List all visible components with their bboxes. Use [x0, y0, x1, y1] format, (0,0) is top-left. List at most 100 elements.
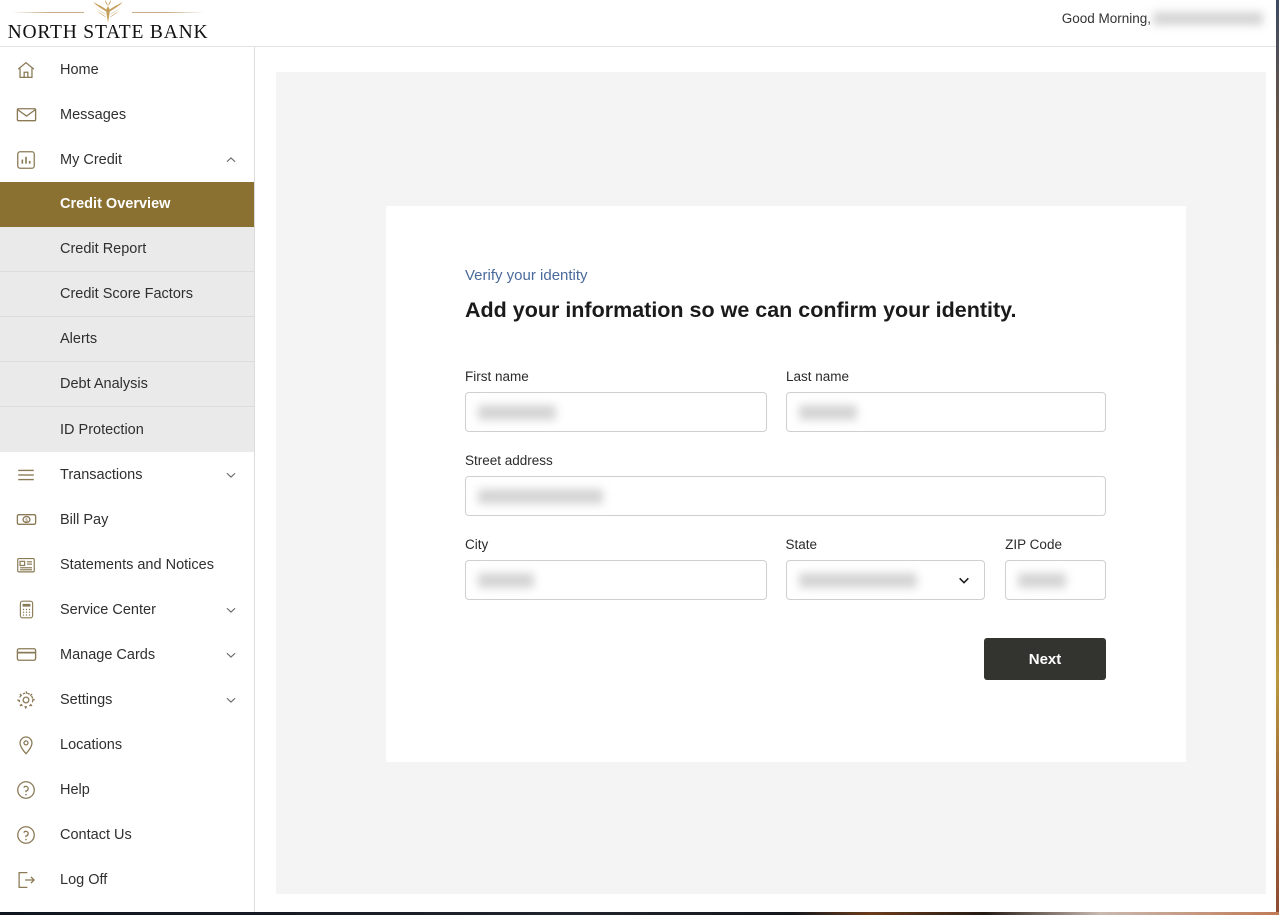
greeting-text: Good Morning,	[1061, 11, 1151, 26]
identity-form: First name Last name Street address City…	[465, 369, 1106, 680]
first-name-value	[478, 404, 556, 420]
next-button[interactable]: Next	[984, 638, 1106, 680]
app-root: NORTH STATE BANK Good Morning, Home Mess…	[0, 0, 1279, 915]
street-address-field-group: Street address	[465, 453, 1106, 516]
sidebar-item-label: Log Off	[60, 871, 108, 888]
bar-chart-icon	[12, 146, 40, 174]
logo-ornament	[10, 0, 206, 23]
sidebar-item-label: Service Center	[60, 601, 156, 618]
sidebar-subitem-credit-overview[interactable]: Credit Overview	[0, 182, 254, 227]
sidebar-item-contact-us[interactable]: Contact Us	[0, 812, 254, 857]
logo-rule-right	[132, 12, 204, 13]
sidebar-subitem-debt-analysis[interactable]: Debt Analysis	[0, 362, 254, 407]
home-icon	[12, 56, 40, 84]
first-name-input[interactable]	[465, 392, 767, 432]
sidebar-item-help[interactable]: Help	[0, 767, 254, 812]
sidebar-subitem-credit-score-factors[interactable]: Credit Score Factors	[0, 272, 254, 317]
bank-name: NORTH STATE BANK	[7, 22, 209, 43]
sidebar-nav: Home Messages My Credit Credit Overview …	[0, 47, 255, 913]
identity-verification-card: Verify your identity Add your informatio…	[386, 206, 1186, 762]
last-name-input[interactable]	[786, 392, 1106, 432]
chevron-down-icon[interactable]	[224, 468, 238, 482]
sidebar-item-label: Manage Cards	[60, 646, 156, 663]
zip-code-label: ZIP Code	[1005, 537, 1062, 552]
logo-rule-left	[12, 12, 84, 13]
sidebar-item-settings[interactable]: Settings	[0, 677, 254, 722]
name-row: First name Last name	[465, 369, 1106, 432]
question-circle-icon	[12, 776, 40, 804]
street-address-label: Street address	[465, 453, 553, 468]
gear-icon	[12, 686, 40, 714]
svg-text:$: $	[25, 518, 28, 524]
greeting-user-name	[1153, 12, 1263, 25]
card-body: Verify your identity Add your informatio…	[465, 266, 1106, 680]
wheat-sheaf-icon	[93, 0, 123, 23]
zip-code-input[interactable]	[1005, 560, 1106, 600]
sidebar-subitem-label: Debt Analysis	[60, 376, 148, 392]
content-panel: Verify your identity Add your informatio…	[276, 72, 1266, 894]
newspaper-icon	[12, 551, 40, 579]
my-credit-submenu: Credit Overview Credit Report Credit Sco…	[0, 182, 254, 452]
sidebar-item-label: Messages	[60, 106, 127, 123]
sidebar-item-label: Transactions	[60, 466, 143, 483]
map-pin-icon	[12, 731, 40, 759]
bank-logo[interactable]: NORTH STATE BANK	[7, 0, 209, 45]
state-field-group: State	[785, 537, 986, 600]
first-name-field-group: First name	[465, 369, 767, 432]
sidebar-item-log-off[interactable]: Log Off	[0, 857, 254, 902]
chevron-down-icon[interactable]	[224, 648, 238, 662]
sidebar-item-label: Locations	[60, 736, 123, 753]
sidebar-subitem-id-protection[interactable]: ID Protection	[0, 407, 254, 452]
sidebar-item-home[interactable]: Home	[0, 47, 254, 92]
chevron-up-icon[interactable]	[224, 153, 238, 167]
last-name-field-group: Last name	[786, 369, 1106, 432]
sidebar-item-service-center[interactable]: Service Center	[0, 587, 254, 632]
zip-code-field-group: ZIP Code	[1005, 537, 1106, 600]
greeting: Good Morning,	[1062, 11, 1263, 26]
sidebar-item-messages[interactable]: Messages	[0, 92, 254, 137]
sidebar-item-manage-cards[interactable]: Manage Cards	[0, 632, 254, 677]
question-circle-icon	[12, 821, 40, 849]
last-name-label: Last name	[786, 369, 850, 384]
card-eyebrow: Verify your identity	[465, 267, 588, 284]
sidebar-item-label: Statements and Notices	[60, 556, 214, 573]
sidebar-subitem-label: Credit Overview	[60, 196, 171, 212]
credit-card-icon	[12, 641, 40, 669]
sidebar-item-label: Bill Pay	[60, 511, 109, 528]
sidebar-subitem-label: Credit Report	[60, 241, 147, 257]
city-value	[478, 572, 534, 588]
chevron-down-icon[interactable]	[224, 693, 238, 707]
zip-code-value	[1018, 572, 1067, 588]
street-address-value	[478, 488, 603, 504]
last-name-value	[799, 404, 857, 420]
street-address-input[interactable]	[465, 476, 1106, 516]
sidebar-item-my-credit[interactable]: My Credit	[0, 137, 254, 182]
main-content: Verify your identity Add your informatio…	[256, 47, 1279, 913]
sidebar-item-transactions[interactable]: Transactions	[0, 452, 254, 497]
state-select[interactable]	[785, 560, 986, 600]
city-state-zip-row: City State ZIP Code	[465, 537, 1106, 600]
list-lines-icon	[12, 461, 40, 489]
chevron-down-icon[interactable]	[224, 603, 238, 617]
state-value	[798, 572, 917, 588]
sidebar-item-label: Home	[60, 61, 99, 78]
sidebar-subitem-credit-report[interactable]: Credit Report	[0, 227, 254, 272]
sidebar-item-locations[interactable]: Locations	[0, 722, 254, 767]
sidebar-item-statements-and-notices[interactable]: Statements and Notices	[0, 542, 254, 587]
page-title: Add your information so we can confirm y…	[465, 298, 1017, 322]
city-label: City	[465, 537, 489, 552]
city-input[interactable]	[465, 560, 767, 600]
chevron-down-icon[interactable]	[956, 572, 972, 588]
sidebar-subitem-label: Credit Score Factors	[60, 286, 193, 302]
state-label: State	[785, 537, 818, 552]
calculator-icon	[12, 596, 40, 624]
sidebar-subitem-alerts[interactable]: Alerts	[0, 317, 254, 362]
sidebar-item-label: Contact Us	[60, 826, 132, 843]
sidebar-item-bill-pay[interactable]: $ Bill Pay	[0, 497, 254, 542]
sidebar-subitem-label: ID Protection	[60, 421, 144, 438]
city-field-group: City	[465, 537, 767, 600]
dollar-bill-icon: $	[12, 506, 40, 534]
first-name-label: First name	[465, 369, 529, 384]
app-header: NORTH STATE BANK Good Morning,	[0, 0, 1279, 47]
logout-icon	[12, 866, 40, 894]
